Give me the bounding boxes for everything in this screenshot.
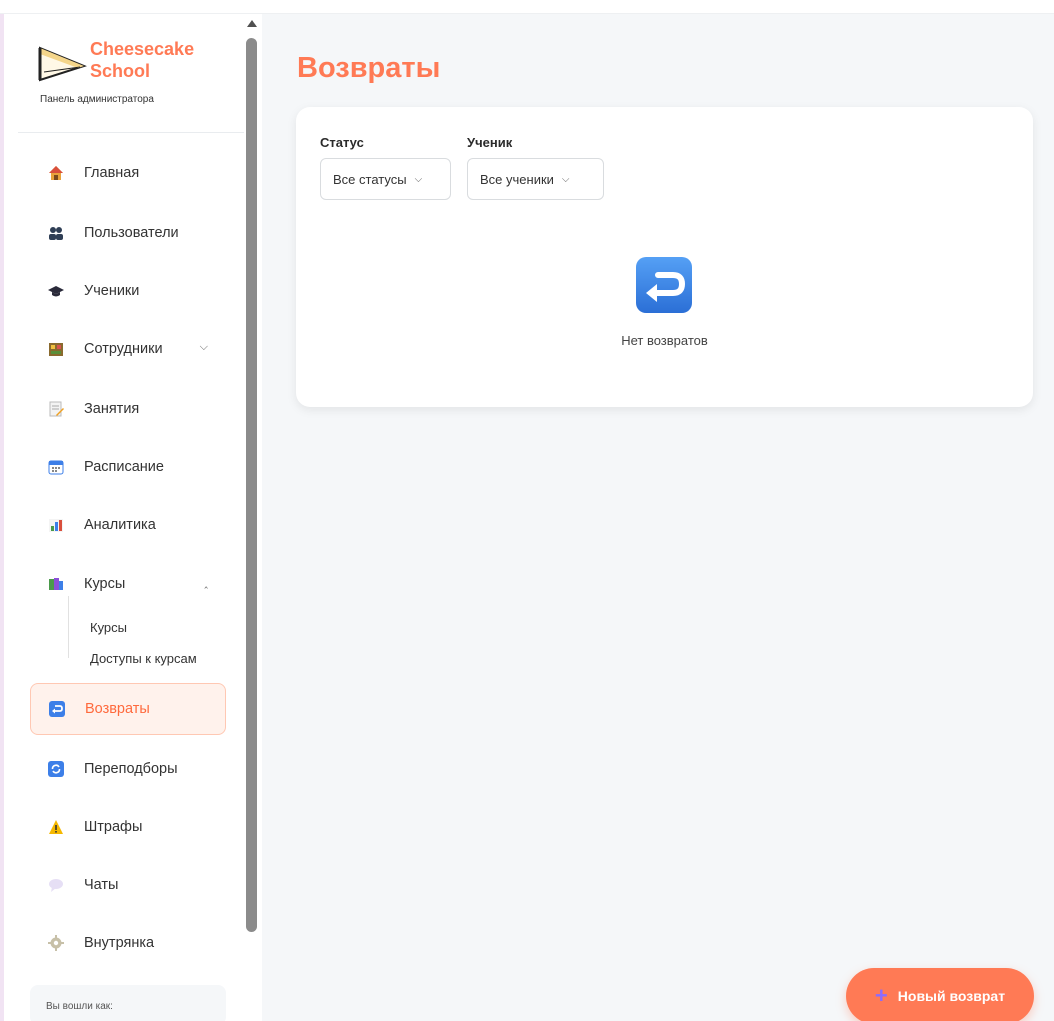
sidebar-item-analytics[interactable]: Аналитика: [30, 499, 226, 551]
new-return-label: Новый возврат: [897, 988, 1006, 1004]
sidebar-item-lessons[interactable]: Занятия: [30, 383, 226, 435]
new-return-button[interactable]: + Новый возврат: [846, 968, 1034, 1021]
gear-icon: [48, 935, 64, 951]
sidebar-item-label: Курсы: [84, 576, 126, 592]
student-filter-value: Все ученики: [480, 171, 554, 187]
sidebar-item-label: Занятия: [84, 401, 140, 417]
sidebar-item-label: Пользователи: [84, 225, 179, 241]
warning-icon: [48, 819, 64, 835]
sidebar-item-internal[interactable]: Внутрянка: [30, 917, 226, 969]
brand-name: Cheesecake School: [90, 39, 195, 81]
brand-subtitle: Панель администратора: [40, 94, 154, 105]
chevron-down-icon: ⌵: [199, 341, 208, 353]
sidebar-item-label: Ученики: [84, 283, 140, 299]
memo-icon: [48, 401, 64, 417]
page-title: Возвраты: [297, 52, 441, 84]
logged-in-label: Вы вошли как:: [46, 1001, 113, 1012]
empty-state-text: Нет возвратов: [621, 333, 708, 348]
sidebar-item-label: Внутрянка: [84, 935, 155, 951]
sidebar-item-home[interactable]: Главная: [30, 147, 226, 199]
sidebar-divider: [18, 132, 244, 133]
graduation-cap-icon: [48, 283, 64, 299]
house-icon: [48, 165, 64, 181]
sidebar-item-chats[interactable]: Чаты: [30, 859, 226, 911]
speech-bubble-icon: [48, 877, 64, 893]
sidebar-item-label: Сотрудники: [84, 341, 163, 357]
top-bar: [0, 0, 1054, 14]
sidebar-item-staff[interactable]: Сотрудники ⌵: [30, 323, 226, 375]
sidebar-item-students[interactable]: Ученики: [30, 265, 226, 317]
sidebar-item-label: Переподборы: [84, 761, 178, 777]
scrollbar-thumb[interactable]: [246, 38, 257, 932]
plus-icon: +: [874, 983, 888, 1008]
sidebar-item-label: Главная: [84, 165, 140, 181]
chevron-down-icon: ⌵: [561, 173, 570, 185]
calendar-icon: [48, 459, 64, 475]
sidebar-item-fines[interactable]: Штрафы: [30, 801, 226, 853]
returns-card: Статус Все статусы ⌵ Ученик Все ученики …: [296, 107, 1033, 407]
cheesecake-logo-icon: [38, 46, 87, 82]
sidebar-item-label: Аналитика: [84, 517, 156, 533]
sidebar-item-label: Расписание: [84, 459, 164, 475]
sidebar-item-label: Штрафы: [84, 819, 143, 835]
return-arrow-icon: [636, 257, 692, 313]
sidebar-item-returns[interactable]: Возвраты: [30, 683, 226, 735]
users-icon: [48, 225, 64, 241]
chevron-up-icon: ‸: [204, 577, 208, 589]
submenu-line: [68, 596, 69, 658]
sidebar-item-courses[interactable]: Курсы ‸: [30, 558, 226, 610]
bar-chart-icon: [48, 517, 64, 533]
logged-in-box: Вы вошли как:: [30, 985, 226, 1021]
return-arrow-icon: [49, 701, 65, 717]
sidebar-item-schedule[interactable]: Расписание: [30, 441, 226, 493]
submenu-item-course-access[interactable]: Доступы к курсам: [90, 651, 197, 666]
student-filter-select[interactable]: Все ученики ⌵: [467, 158, 604, 200]
sidebar-item-reselections[interactable]: Переподборы: [30, 743, 226, 795]
sidebar-item-users[interactable]: Пользователи: [30, 207, 226, 259]
submenu-item-courses[interactable]: Курсы: [90, 620, 127, 635]
status-filter-label: Статус: [320, 135, 364, 150]
scroll-up-arrow-icon[interactable]: [247, 20, 257, 27]
staff-icon: [48, 341, 64, 357]
chevron-down-icon: ⌵: [414, 173, 423, 185]
sidebar-item-label: Возвраты: [85, 701, 150, 717]
brand[interactable]: Cheesecake School Панель администратора: [34, 36, 234, 116]
student-filter-label: Ученик: [467, 135, 513, 150]
refresh-icon: [48, 761, 64, 777]
sidebar-item-label: Чаты: [84, 877, 119, 893]
books-icon: [48, 576, 64, 592]
status-filter-select[interactable]: Все статусы ⌵: [320, 158, 451, 200]
status-filter-value: Все статусы: [333, 171, 407, 187]
